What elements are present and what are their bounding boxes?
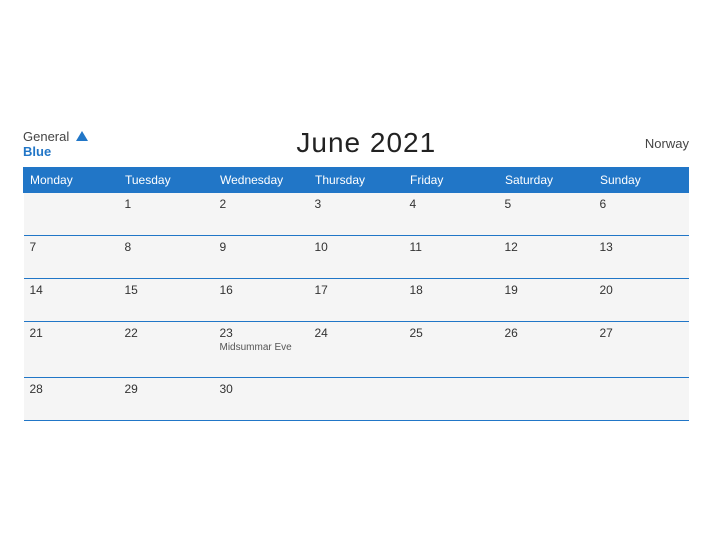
- calendar-cell: 21: [24, 322, 119, 378]
- calendar-cell: 12: [499, 236, 594, 279]
- calendar-cell: 28: [24, 378, 119, 421]
- calendar-cell: 2: [214, 193, 309, 236]
- day-number: 29: [125, 382, 208, 396]
- country-label: Norway: [645, 136, 689, 151]
- calendar-cell: [309, 378, 404, 421]
- calendar-cell: [594, 378, 689, 421]
- day-number: 11: [410, 240, 493, 254]
- calendar-week-row: 789 10 11 12 13: [24, 236, 689, 279]
- calendar-cell: 1: [119, 193, 214, 236]
- calendar-cell: 22: [119, 322, 214, 378]
- day-number: 27: [600, 326, 683, 340]
- calendar-cell: [24, 193, 119, 236]
- calendar-cell: 26: [499, 322, 594, 378]
- calendar-cell: 8: [119, 236, 214, 279]
- calendar-cell: 10: [309, 236, 404, 279]
- weekday-header: Thursday: [309, 168, 404, 193]
- day-number: 15: [125, 283, 208, 297]
- calendar-cell: 20: [594, 279, 689, 322]
- day-number: 10: [315, 240, 398, 254]
- day-number: 28: [30, 382, 113, 396]
- calendar-header: General Blue June 2021 Norway: [23, 127, 689, 159]
- day-number: 30: [220, 382, 303, 396]
- calendar-cell: 19: [499, 279, 594, 322]
- day-number: 5: [505, 197, 588, 211]
- weekday-header: Friday: [404, 168, 499, 193]
- logo-triangle-icon: [76, 131, 88, 141]
- day-number: 25: [410, 326, 493, 340]
- calendar-cell: [404, 378, 499, 421]
- calendar-week-row: 123456: [24, 193, 689, 236]
- calendar-cell: 3: [309, 193, 404, 236]
- calendar-cell: 15: [119, 279, 214, 322]
- calendar-cell: 30: [214, 378, 309, 421]
- calendar-cell: 4: [404, 193, 499, 236]
- weekday-header: Wednesday: [214, 168, 309, 193]
- day-number: 3: [315, 197, 398, 211]
- day-number: 8: [125, 240, 208, 254]
- calendar-cell: 23 Midsummar Eve: [214, 322, 309, 378]
- logo: General Blue: [23, 129, 88, 158]
- calendar-cell: 16: [214, 279, 309, 322]
- calendar-cell: 14: [24, 279, 119, 322]
- calendar-cell: 27: [594, 322, 689, 378]
- weekday-header: Monday: [24, 168, 119, 193]
- calendar-cell: 18: [404, 279, 499, 322]
- calendar-week-row: 21 22 23 Midsummar Eve 24 25 26 27: [24, 322, 689, 378]
- day-number: 17: [315, 283, 398, 297]
- calendar-cell: 17: [309, 279, 404, 322]
- day-number: 4: [410, 197, 493, 211]
- calendar-container: General Blue June 2021 Norway MondayTues…: [11, 117, 701, 433]
- day-number: 16: [220, 283, 303, 297]
- calendar-cell: 6: [594, 193, 689, 236]
- day-number: 7: [30, 240, 113, 254]
- weekday-header: Sunday: [594, 168, 689, 193]
- calendar-title: June 2021: [296, 127, 436, 159]
- day-number: 9: [220, 240, 303, 254]
- day-number: 19: [505, 283, 588, 297]
- calendar-header-row: MondayTuesdayWednesdayThursdayFridaySatu…: [24, 168, 689, 193]
- holiday-label: Midsummar Eve: [220, 342, 303, 353]
- day-number: 12: [505, 240, 588, 254]
- day-number: 1: [125, 197, 208, 211]
- calendar-cell: 29: [119, 378, 214, 421]
- day-number: 24: [315, 326, 398, 340]
- calendar-cell: 9: [214, 236, 309, 279]
- calendar-cell: 7: [24, 236, 119, 279]
- calendar-cell: 25: [404, 322, 499, 378]
- calendar-week-row: 28 29 30: [24, 378, 689, 421]
- calendar-cell: [499, 378, 594, 421]
- day-number: 2: [220, 197, 303, 211]
- calendar-cell: 11: [404, 236, 499, 279]
- logo-general-text: General: [23, 129, 69, 144]
- day-number: 13: [600, 240, 683, 254]
- calendar-week-row: 14 15 16 17 18 19 20: [24, 279, 689, 322]
- calendar-cell: 24: [309, 322, 404, 378]
- day-number: 23: [220, 326, 303, 340]
- calendar-grid: MondayTuesdayWednesdayThursdayFridaySatu…: [23, 167, 689, 421]
- logo-blue-text: Blue: [23, 145, 88, 158]
- weekday-header: Tuesday: [119, 168, 214, 193]
- day-number: 18: [410, 283, 493, 297]
- day-number: 20: [600, 283, 683, 297]
- day-number: 26: [505, 326, 588, 340]
- day-number: 14: [30, 283, 113, 297]
- calendar-cell: 5: [499, 193, 594, 236]
- logo-general: General: [23, 129, 88, 145]
- weekday-header: Saturday: [499, 168, 594, 193]
- day-number: 22: [125, 326, 208, 340]
- calendar-cell: 13: [594, 236, 689, 279]
- day-number: 6: [600, 197, 683, 211]
- day-number: 21: [30, 326, 113, 340]
